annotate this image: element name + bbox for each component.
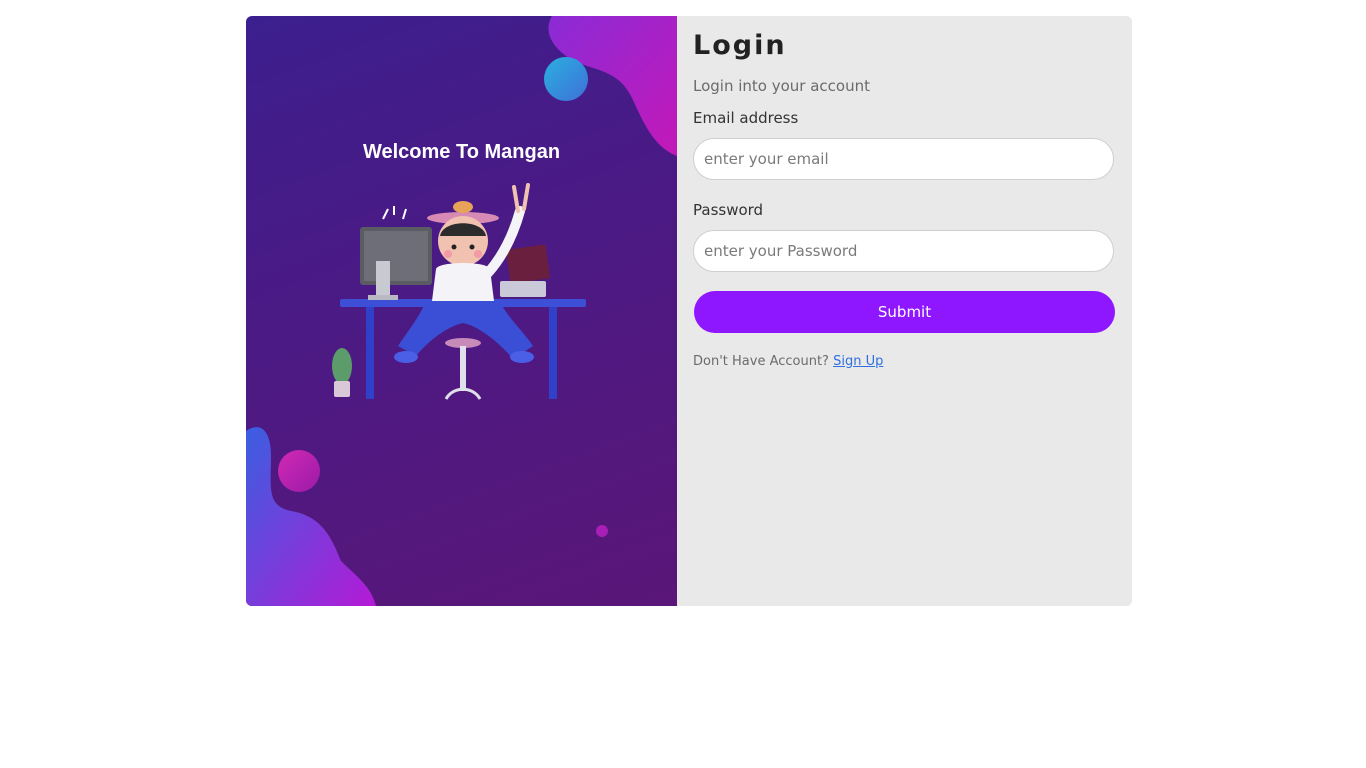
page-title: Login [693, 30, 787, 61]
signup-prompt: Don't Have Account? Sign Up [693, 354, 883, 369]
welcome-panel: Welcome To Mangan [246, 16, 677, 606]
signup-link[interactable]: Sign Up [833, 354, 883, 369]
login-card: Welcome To Mangan Login Login into your … [246, 16, 1132, 606]
no-account-text: Don't Have Account? [693, 354, 829, 369]
welcome-heading: Welcome To Mangan [362, 141, 561, 163]
email-label: Email address [693, 109, 799, 127]
developer-illustration [332, 183, 586, 400]
email-field[interactable] [693, 138, 1114, 180]
login-form-panel: Login Login into your account Email addr… [677, 16, 1132, 606]
password-field[interactable] [693, 230, 1114, 272]
password-label: Password [693, 201, 764, 219]
page-subtitle: Login into your account [693, 77, 870, 95]
submit-button[interactable]: Submit [694, 291, 1115, 333]
